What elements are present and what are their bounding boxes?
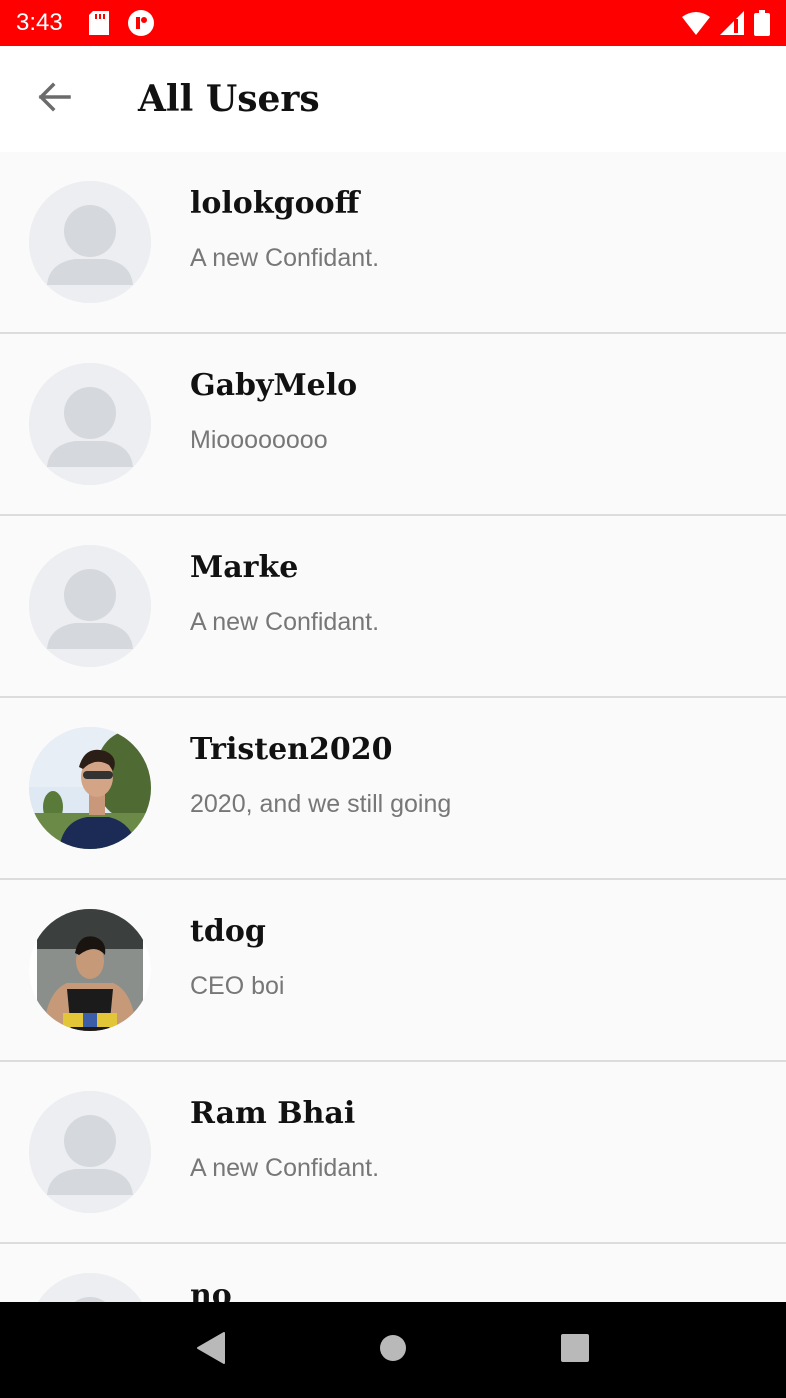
user-text: lolokgooff A new Confidant.	[190, 186, 766, 273]
home-circle-icon	[378, 1333, 408, 1367]
nav-recents-button[interactable]	[545, 1320, 605, 1380]
user-text: Tristen2020 2020, and we still going	[190, 732, 766, 819]
photo-avatar	[29, 909, 151, 1031]
back-button[interactable]	[0, 46, 108, 152]
user-text: Marke A new Confidant.	[190, 550, 766, 637]
default-avatar	[29, 181, 151, 303]
back-triangle-icon	[196, 1331, 226, 1369]
list-item[interactable]: Tristen2020 2020, and we still going	[0, 698, 786, 880]
status-time: 3:43	[16, 9, 63, 36]
user-status: CEO boi	[190, 972, 285, 1000]
person-placeholder-icon	[29, 363, 151, 485]
user-text: no	[190, 1278, 766, 1302]
list-item[interactable]: no	[0, 1244, 786, 1302]
user-photo	[29, 727, 151, 849]
nav-home-button[interactable]	[363, 1320, 423, 1380]
user-status: A new Confidant.	[190, 1154, 380, 1182]
signal-icon	[720, 11, 744, 35]
user-list[interactable]: lolokgooff A new Confidant. GabyMelo Mio…	[0, 152, 786, 1302]
user-name: Ram Bhai	[190, 1096, 356, 1131]
default-avatar	[29, 545, 151, 667]
user-text: Ram Bhai A new Confidant.	[190, 1096, 766, 1183]
user-status: Mioooooooo	[190, 426, 328, 454]
person-placeholder-icon	[29, 181, 151, 303]
user-name: no	[190, 1278, 232, 1302]
system-nav-bar	[0, 1302, 786, 1398]
user-name: lolokgooff	[190, 186, 360, 221]
app-bar: All Users	[0, 46, 786, 152]
battery-icon	[754, 10, 770, 36]
user-name: Marke	[190, 550, 299, 585]
person-placeholder-icon	[29, 1273, 151, 1302]
user-status: A new Confidant.	[190, 608, 380, 636]
status-right-icons	[682, 10, 770, 36]
user-name: tdog	[190, 914, 266, 949]
user-name: GabyMelo	[190, 368, 358, 403]
user-text: tdog CEO boi	[190, 914, 766, 1001]
person-placeholder-icon	[29, 545, 151, 667]
nav-back-button[interactable]	[181, 1320, 241, 1380]
list-item[interactable]: lolokgooff A new Confidant.	[0, 152, 786, 334]
page-title: All Users	[138, 78, 320, 120]
default-avatar	[29, 1091, 151, 1213]
user-name: Tristen2020	[190, 732, 393, 767]
status-bar: 3:43	[0, 0, 786, 46]
app-notification-icon	[127, 9, 155, 37]
status-left-icons	[88, 9, 155, 37]
wifi-icon	[682, 11, 710, 35]
default-avatar	[29, 1273, 151, 1302]
photo-avatar	[29, 727, 151, 849]
list-item[interactable]: tdog CEO boi	[0, 880, 786, 1062]
recents-square-icon	[560, 1333, 590, 1367]
list-item[interactable]: Ram Bhai A new Confidant.	[0, 1062, 786, 1244]
user-status: A new Confidant.	[190, 244, 380, 272]
list-item[interactable]: Marke A new Confidant.	[0, 516, 786, 698]
default-avatar	[29, 363, 151, 485]
sd-card-icon	[88, 11, 109, 35]
arrow-back-icon	[37, 82, 71, 116]
user-text: GabyMelo Mioooooooo	[190, 368, 766, 455]
list-item[interactable]: GabyMelo Mioooooooo	[0, 334, 786, 516]
screen: 3:43 All Users lolokgooff A new Confidan…	[0, 0, 786, 1398]
user-status: 2020, and we still going	[190, 790, 452, 818]
person-placeholder-icon	[29, 1091, 151, 1213]
user-photo	[29, 909, 151, 1031]
